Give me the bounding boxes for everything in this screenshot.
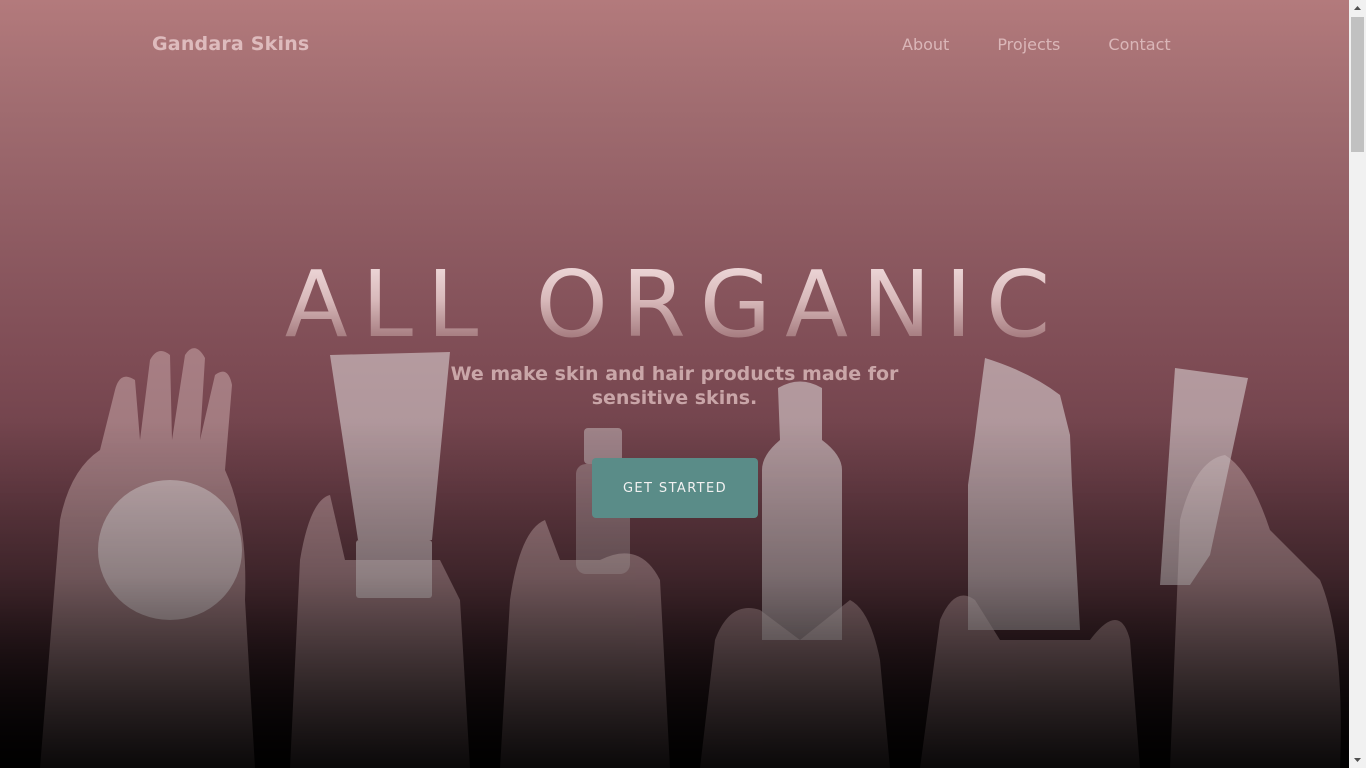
scrollbar-thumb[interactable] [1351, 17, 1364, 152]
hero-subtitle: We make skin and hair products made for … [0, 362, 1349, 410]
hero-headline: ALL ORGANIC [0, 255, 1349, 355]
scroll-up-arrow-icon[interactable] [1349, 0, 1366, 17]
top-navigation: Gandara Skins About Projects Contact [0, 0, 1349, 90]
vertical-scrollbar[interactable] [1349, 0, 1366, 768]
nav-link-contact[interactable]: Contact [1108, 35, 1170, 54]
hero-section: Gandara Skins About Projects Contact ALL… [0, 0, 1349, 768]
brand-logo-text[interactable]: Gandara Skins [152, 33, 309, 55]
hero-subtitle-line-2: sensitive skins. [591, 387, 758, 409]
nav-link-projects[interactable]: Projects [997, 35, 1060, 54]
hero-subtitle-line-1: We make skin and hair products made for [450, 363, 899, 385]
page: Gandara Skins About Projects Contact ALL… [0, 0, 1366, 768]
nav-links: About Projects Contact [902, 35, 1171, 54]
scroll-down-arrow-icon[interactable] [1349, 751, 1366, 768]
get-started-button[interactable]: GET STARTED [592, 458, 758, 518]
nav-link-about[interactable]: About [902, 35, 949, 54]
